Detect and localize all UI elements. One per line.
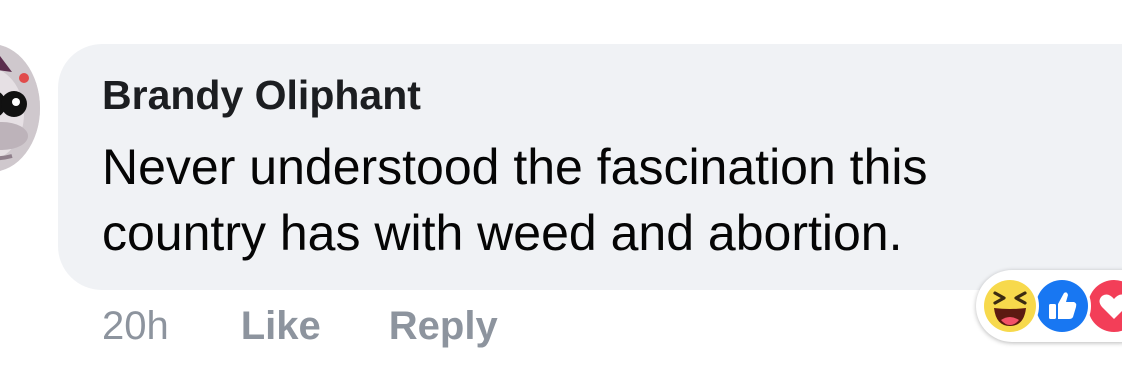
comment-thread: Brandy Oliphant Never understood the fas… (0, 0, 1122, 374)
comment-text: Never understood the fascination this co… (102, 139, 928, 261)
haha-reaction-icon (981, 277, 1039, 335)
avatar-image (0, 44, 40, 172)
avatar[interactable] (0, 44, 40, 172)
comment-timestamp[interactable]: 20h (102, 304, 169, 349)
like-button[interactable]: Like (241, 304, 321, 349)
comment-actions: 20h Like Reply (102, 298, 498, 354)
like-reaction-icon (1033, 277, 1091, 335)
reply-button[interactable]: Reply (389, 304, 498, 349)
comment-author-name[interactable]: Brandy Oliphant (102, 70, 421, 120)
reaction-summary[interactable] (976, 270, 1122, 342)
